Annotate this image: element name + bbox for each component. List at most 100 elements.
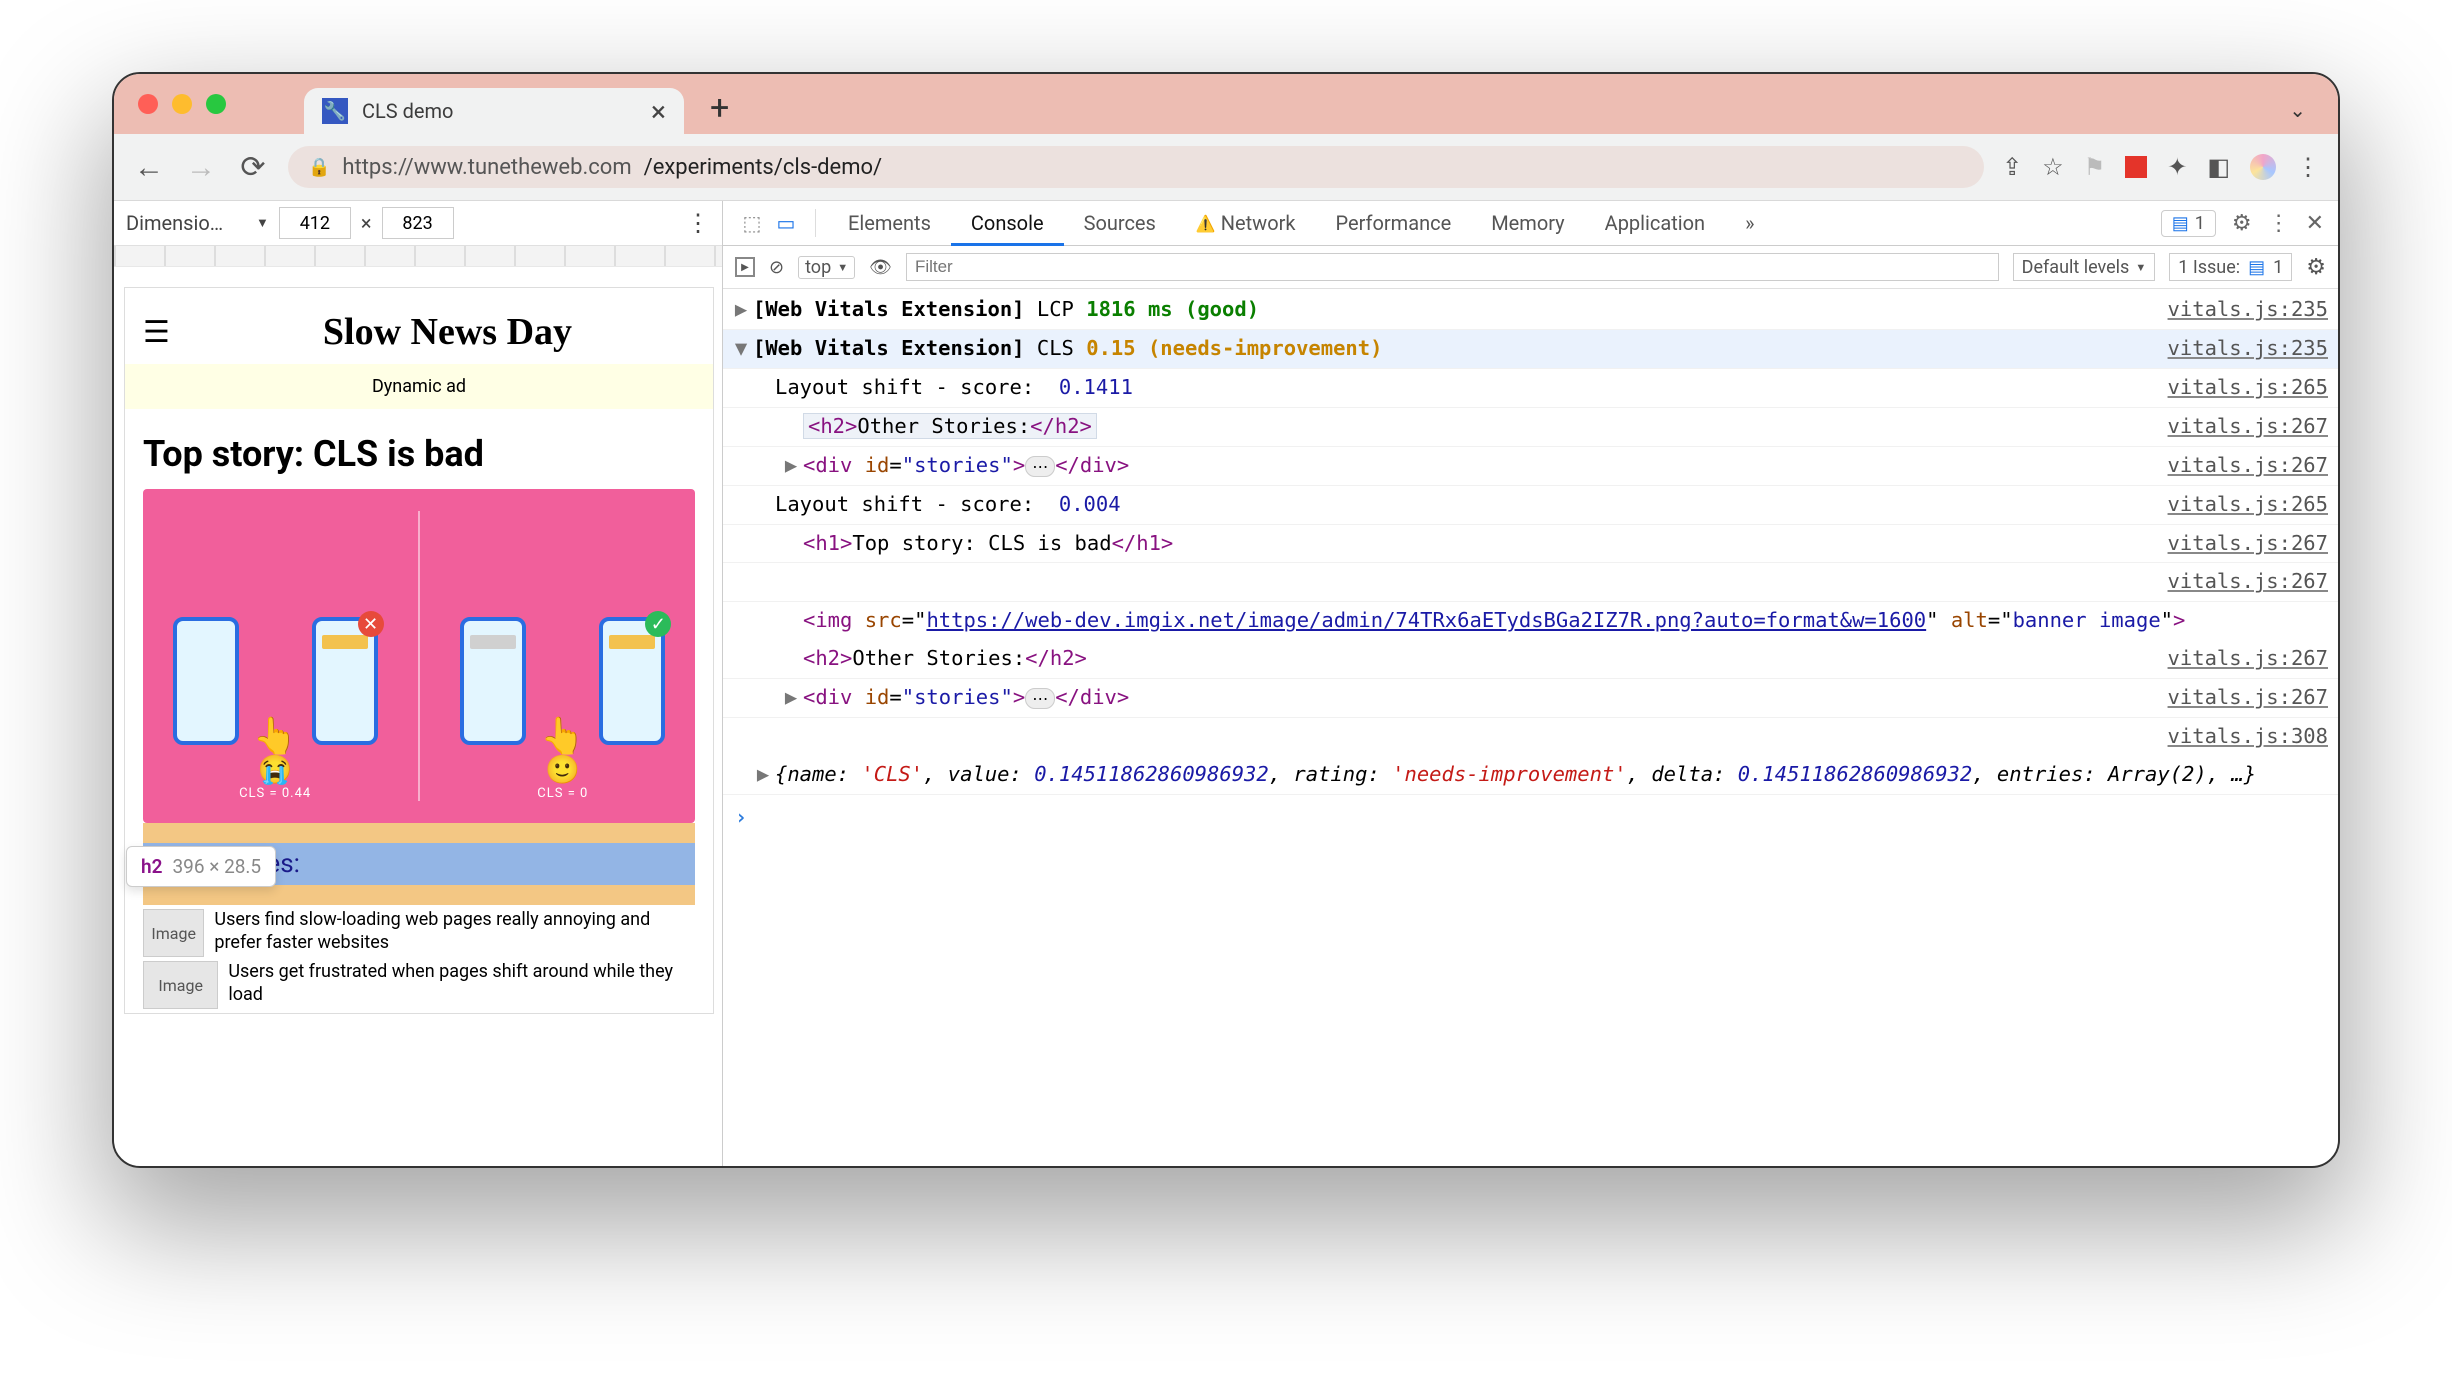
console-row[interactable]: <img src="https://web-dev.imgix.net/imag… <box>723 602 2338 640</box>
source-link[interactable]: vitals.js:235 <box>2154 291 2328 329</box>
live-expression-icon[interactable]: 👁 <box>869 257 892 278</box>
console-row[interactable]: Layout shift - score: 0.004 vitals.js:26… <box>723 486 2338 525</box>
console-prompt[interactable]: › <box>723 795 2338 836</box>
source-link[interactable]: vitals.js:267 <box>2154 640 2328 678</box>
tab-network[interactable]: ⚠️ Network <box>1176 201 1316 245</box>
cls-left-value: CLS = 0.44 <box>154 786 397 801</box>
tooltip-tag: h2 <box>141 855 162 878</box>
chat-icon: ▤ <box>2172 213 2189 234</box>
source-link[interactable]: vitals.js:265 <box>2154 369 2328 407</box>
console-toolbar: ▶ ⊘ top ▼ 👁 Default levels ▼ 1 Issue: ▤ … <box>723 246 2338 289</box>
console-row[interactable]: Layout shift - score: 0.1411 vitals.js:2… <box>723 369 2338 408</box>
traffic-lights <box>138 94 226 114</box>
image-placeholder: Image <box>143 961 218 1009</box>
console-output: ▶ [Web Vitals Extension] LCP 1816 ms (go… <box>723 289 2338 1167</box>
device-toggle-icon[interactable]: ▭ <box>769 211 803 235</box>
collapse-icon[interactable]: ▼ <box>729 330 753 368</box>
console-row[interactable]: ▶ {name: 'CLS', value: 0.145118628609869… <box>723 756 2338 795</box>
url-field[interactable]: 🔒 https://www.tunetheweb.com/experiments… <box>288 146 1984 188</box>
list-item[interactable]: Image Users get frustrated when pages sh… <box>143 961 695 1009</box>
share-icon[interactable]: ⇪ <box>2002 153 2022 181</box>
cls-right-value: CLS = 0 <box>441 786 684 801</box>
console-row[interactable]: ▶ <div id="stories">⋯</div> vitals.js:26… <box>723 679 2338 718</box>
console-row[interactable]: ▶ [Web Vitals Extension] LCP 1816 ms (go… <box>723 291 2338 330</box>
console-row[interactable]: <h1>Top story: CLS is bad</h1> vitals.js… <box>723 525 2338 564</box>
source-link[interactable]: vitals.js:235 <box>2154 330 2328 368</box>
source-link[interactable]: vitals.js:267 <box>2154 408 2328 446</box>
tabs-dropdown-icon[interactable]: ⌄ <box>2289 98 2306 122</box>
window-max-icon[interactable] <box>206 94 226 114</box>
shift-overlay-bottom <box>143 885 695 905</box>
flag-icon[interactable]: ⚑ <box>2084 153 2106 181</box>
tab-sources[interactable]: Sources <box>1064 201 1176 245</box>
width-input[interactable] <box>279 207 351 239</box>
device-more-icon[interactable]: ⋮ <box>686 209 710 237</box>
settings-icon[interactable]: ⚙ <box>2232 211 2252 236</box>
extension-red-icon[interactable] <box>2125 156 2147 178</box>
inspect-icon[interactable]: ⬚ <box>735 211 769 235</box>
tab-memory[interactable]: Memory <box>1471 201 1584 245</box>
menu-icon[interactable]: ☰ <box>143 315 170 350</box>
expand-icon[interactable]: ▶ <box>779 447 803 485</box>
execution-icon[interactable]: ▶ <box>735 257 755 277</box>
filter-input[interactable] <box>906 253 1999 281</box>
stories-list: Image Users find slow-loading web pages … <box>125 909 713 1009</box>
main-split: Dimensio… ▼ × ⋮ ☰ Slow News Day Dynamic … <box>114 201 2338 1167</box>
expand-icon[interactable]: ▶ <box>751 756 775 794</box>
list-item[interactable]: Image Users find slow-loading web pages … <box>143 909 695 957</box>
tab-performance[interactable]: Performance <box>1316 201 1472 245</box>
source-link[interactable]: vitals.js:308 <box>2154 718 2328 756</box>
forward-button[interactable]: → <box>184 150 218 185</box>
issues-badge[interactable]: ▤1 <box>2161 210 2216 237</box>
expand-icon[interactable]: ▶ <box>779 679 803 717</box>
window-min-icon[interactable] <box>172 94 192 114</box>
devtools-close-icon[interactable]: ✕ <box>2306 211 2324 236</box>
console-settings-icon[interactable]: ⚙ <box>2306 255 2326 280</box>
browser-tab[interactable]: 🔧 CLS demo × <box>304 88 684 134</box>
chat-icon: ▤ <box>2248 257 2265 278</box>
source-link[interactable]: vitals.js:267 <box>2154 563 2328 601</box>
console-row[interactable]: ▶ <div id="stories">⋯</div> vitals.js:26… <box>723 447 2338 486</box>
favicon-icon: 🔧 <box>322 98 348 124</box>
page-frame: ☰ Slow News Day Dynamic ad Top story: CL… <box>124 287 714 1014</box>
devtools-menu-icon[interactable]: ⋮ <box>2268 211 2290 236</box>
source-link[interactable]: vitals.js:265 <box>2154 486 2328 524</box>
toolbar-icons: ⇪ ☆ ⚑ ✦ ◧ ⋮ <box>2002 153 2320 181</box>
tab-application[interactable]: Application <box>1585 201 1725 245</box>
source-link[interactable]: vitals.js:267 <box>2154 525 2328 563</box>
reload-button[interactable]: ⟳ <box>236 150 270 185</box>
issues-counter[interactable]: 1 Issue: ▤ 1 <box>2169 253 2292 281</box>
browser-menu-icon[interactable]: ⋮ <box>2296 153 2320 181</box>
banner-left: 👆 ✕ 😭 CLS = 0.44 <box>154 565 397 801</box>
bookmark-icon[interactable]: ☆ <box>2042 153 2064 181</box>
device-pane: Dimensio… ▼ × ⋮ ☰ Slow News Day Dynamic … <box>114 201 723 1167</box>
clear-console-icon[interactable]: ⊘ <box>769 257 784 278</box>
tab-console[interactable]: Console <box>951 201 1064 245</box>
window-close-icon[interactable] <box>138 94 158 114</box>
tab-close-icon[interactable]: × <box>651 95 666 128</box>
extensions-icon[interactable]: ✦ <box>2167 153 2187 181</box>
log-levels-selector[interactable]: Default levels ▼ <box>2013 253 2156 281</box>
dimensions-label[interactable]: Dimensio… <box>126 211 246 235</box>
source-link[interactable]: vitals.js:267 <box>2154 447 2328 485</box>
console-row[interactable]: vitals.js:267 <box>723 563 2338 602</box>
console-row[interactable]: <h2>Other Stories:</h2> vitals.js:267 <box>723 408 2338 447</box>
expand-icon[interactable]: ▶ <box>729 291 753 329</box>
url-path: /experiments/cls-demo/ <box>644 155 883 180</box>
console-row[interactable]: ▼ [Web Vitals Extension] CLS 0.15 (needs… <box>723 330 2338 369</box>
back-button[interactable]: ← <box>132 150 166 185</box>
sidepanel-icon[interactable]: ◧ <box>2207 153 2230 181</box>
console-row[interactable]: <h2>Other Stories:</h2> vitals.js:267 <box>723 640 2338 679</box>
context-selector[interactable]: top ▼ <box>798 256 855 279</box>
console-row[interactable]: vitals.js:308 <box>723 718 2338 756</box>
tab-elements[interactable]: Elements <box>828 201 951 245</box>
new-tab-button[interactable]: + <box>710 88 729 128</box>
source-link[interactable]: vitals.js:267 <box>2154 679 2328 717</box>
tooltip-dims: 396 × 28.5 <box>172 855 261 878</box>
tabs-overflow-icon[interactable]: » <box>1725 201 1774 245</box>
height-input[interactable] <box>382 207 454 239</box>
devtools-panel: ⬚ ▭ Elements Console Sources ⚠️ Network … <box>723 201 2338 1167</box>
face-ok-icon: 🙂 <box>441 753 684 786</box>
avatar-icon[interactable] <box>2250 154 2276 180</box>
dimensions-caret-icon[interactable]: ▼ <box>256 215 269 231</box>
